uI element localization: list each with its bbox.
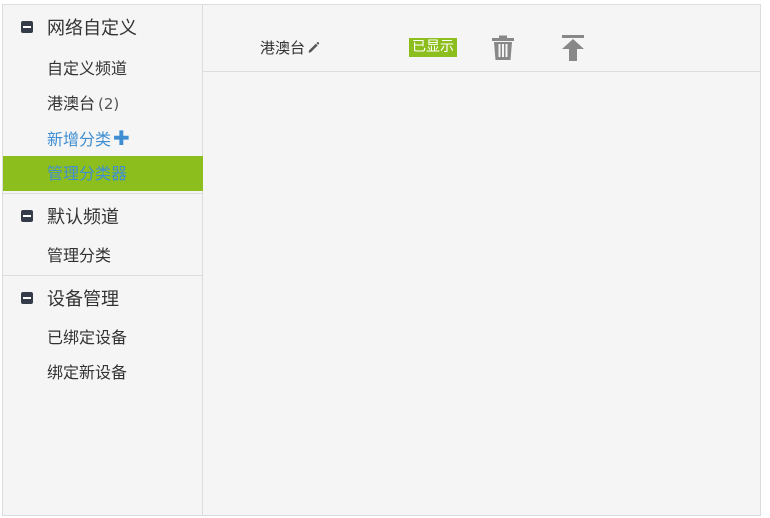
section-items: 已绑定设备 绑定新设备	[3, 320, 202, 390]
sidebar-item-label: 自定义频道	[47, 59, 128, 78]
section-header-device-management[interactable]: 设备管理	[3, 276, 202, 320]
move-to-top-icon[interactable]	[561, 35, 585, 65]
sidebar-item-label: 已绑定设备	[47, 328, 128, 347]
app-frame: 网络自定义 自定义频道 港澳台 (2) 新增分类 ✚ 管理分类器 默认频道 管理分类…	[2, 4, 761, 516]
category-row: 港澳台 已显示	[203, 5, 760, 72]
sidebar-item-custom-channel[interactable]: 自定义频道	[3, 51, 202, 86]
sidebar-item-add-category[interactable]: 新增分类 ✚	[3, 121, 202, 156]
section-items: 管理分类	[3, 238, 202, 275]
collapse-minus-icon[interactable]	[21, 210, 33, 222]
section-items: 自定义频道 港澳台 (2) 新增分类 ✚ 管理分类器	[3, 49, 217, 193]
sidebar-item-hk-macau-taiwan[interactable]: 港澳台 (2)	[3, 86, 202, 121]
sidebar-item-label: 新增分类	[47, 130, 112, 149]
sidebar-item-manage-classifier[interactable]: 管理分类器	[3, 156, 217, 191]
pencil-edit-icon[interactable]	[307, 40, 320, 58]
sidebar-item-manage-category[interactable]: 管理分类	[3, 238, 202, 273]
section-header-network-custom[interactable]: 网络自定义	[3, 5, 202, 49]
section-title: 网络自定义	[47, 18, 137, 39]
section-title: 默认频道	[47, 207, 119, 228]
category-name-label: 港澳台	[260, 39, 306, 57]
sidebar-item-label: 绑定新设备	[47, 363, 128, 382]
section-default-channel: 默认频道 管理分类	[3, 194, 202, 276]
category-name[interactable]: 港澳台	[260, 37, 320, 58]
plus-icon: ✚	[113, 126, 130, 150]
sidebar: 网络自定义 自定义频道 港澳台 (2) 新增分类 ✚ 管理分类器 默认频道 管理分类…	[3, 5, 217, 515]
section-device-management: 设备管理 已绑定设备 绑定新设备	[3, 276, 202, 390]
main-content: 港澳台 已显示	[203, 5, 760, 515]
section-title: 设备管理	[47, 289, 119, 310]
collapse-minus-icon[interactable]	[21, 21, 33, 33]
trash-delete-icon[interactable]	[491, 35, 515, 65]
sidebar-item-label: 管理分类器	[47, 164, 128, 183]
section-header-default-channel[interactable]: 默认频道	[3, 194, 202, 238]
sidebar-item-bound-devices[interactable]: 已绑定设备	[3, 320, 202, 355]
item-count: (2)	[98, 95, 120, 113]
section-network-custom: 网络自定义 自定义频道 港澳台 (2) 新增分类 ✚ 管理分类器	[3, 5, 217, 194]
sidebar-item-label: 港澳台	[47, 94, 96, 113]
collapse-minus-icon[interactable]	[21, 292, 33, 304]
sidebar-item-bind-new-device[interactable]: 绑定新设备	[3, 355, 202, 390]
status-badge-shown[interactable]: 已显示	[409, 38, 457, 57]
sidebar-item-label: 管理分类	[47, 246, 112, 265]
